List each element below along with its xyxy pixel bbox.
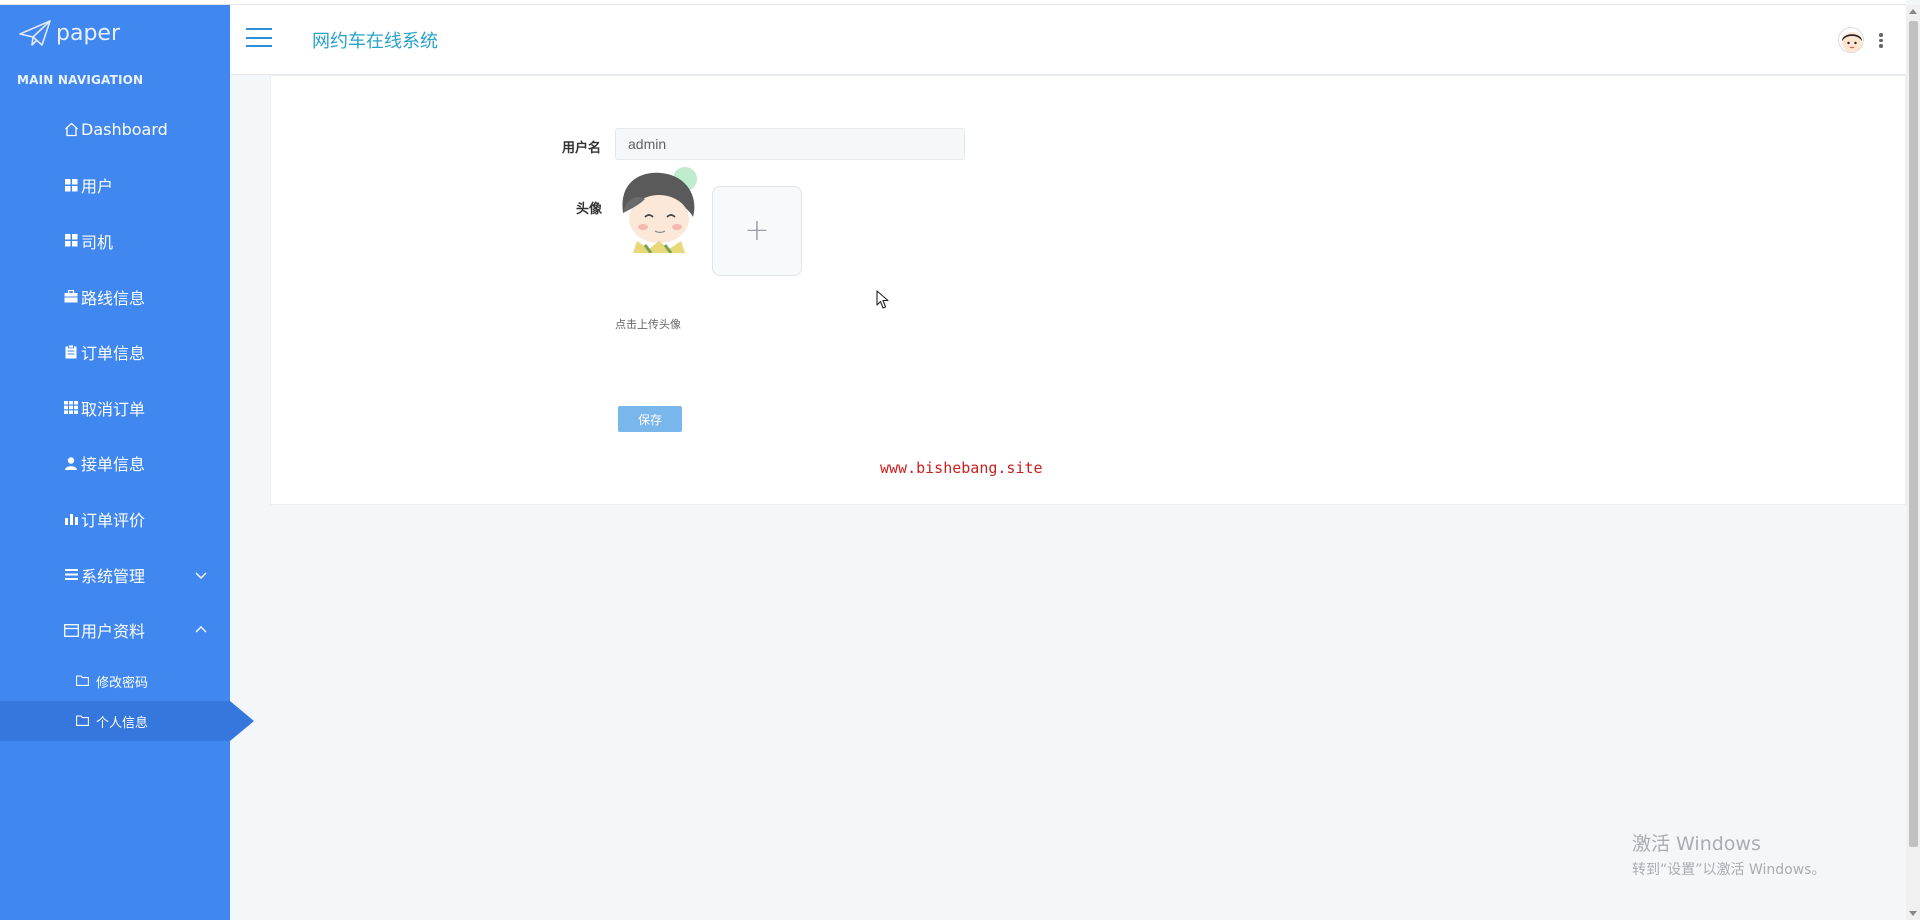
upload-hint: 点击上传头像 <box>615 318 681 331</box>
menu-toggle-icon[interactable] <box>246 28 272 48</box>
home-icon <box>63 122 79 138</box>
sidebar-item-label: Dashboard <box>81 120 168 140</box>
scroll-up-icon[interactable] <box>1909 9 1917 14</box>
folder-icon <box>76 715 90 727</box>
sidebar-item-cancel-orders[interactable]: 取消订单 <box>0 380 230 436</box>
briefcase-icon <box>63 289 79 305</box>
grid-icon <box>63 177 79 193</box>
profile-form-card <box>270 75 1906 505</box>
sidebar-item-orders[interactable]: 订单信息 <box>0 324 230 380</box>
sidebar-item-system-management[interactable]: 系统管理 <box>0 547 230 603</box>
table-icon <box>63 400 79 416</box>
page-scrollbar[interactable] <box>1906 5 1920 920</box>
site-watermark: www.bishebang.site <box>880 459 1043 477</box>
paper-plane-icon <box>19 20 51 46</box>
sidebar-item-accept-orders[interactable]: 接单信息 <box>0 436 230 492</box>
grid-icon <box>63 233 79 249</box>
sidebar-item-dashboard[interactable]: Dashboard <box>0 102 230 158</box>
sidebar-subitem-label: 修改密码 <box>96 675 149 691</box>
sidebar-item-order-reviews[interactable]: 订单评价 <box>0 491 230 547</box>
avatar-label: 头像 <box>576 202 603 217</box>
sidebar-item-label: 用户资料 <box>81 622 146 642</box>
sidebar-item-label: 订单信息 <box>81 344 146 364</box>
avatar[interactable] <box>1838 27 1864 53</box>
brand-name: paper <box>56 20 120 46</box>
avatar-image <box>615 165 703 253</box>
sidebar-item-user-profile[interactable]: 用户资料 <box>0 602 230 658</box>
sidebar-item-label: 订单评价 <box>81 510 146 530</box>
sidebar-item-label: 用户 <box>81 177 114 197</box>
sidebar-item-label: 司机 <box>81 232 114 252</box>
plus-icon: + <box>744 213 770 248</box>
main-navigation: Dashboard 用户 司机 路线信息 订单信息 取消订单 接单信息 订单评价… <box>0 102 230 658</box>
sidebar-subitem-change-password[interactable]: 修改密码 <box>0 661 230 701</box>
mouse-cursor-icon <box>876 290 889 309</box>
brand-logo[interactable]: paper <box>18 18 120 48</box>
sidebar: paper MAIN NAVIGATION Dashboard 用户 司机 路线… <box>0 0 254 920</box>
avatar-upload-button[interactable]: + <box>712 186 802 276</box>
bar-chart-icon <box>63 511 79 527</box>
activation-title: 激活 Windows <box>1632 833 1761 855</box>
save-button[interactable]: 保存 <box>618 406 682 432</box>
chevron-down-icon <box>195 572 207 579</box>
username-input[interactable] <box>615 128 965 160</box>
more-options-icon[interactable] <box>1878 33 1884 49</box>
clipboard-icon <box>63 344 79 360</box>
sidebar-item-label: 取消订单 <box>81 399 146 419</box>
user-icon <box>63 455 79 471</box>
windows-activation-notice: 激活 Windows 转到“设置”以激活 Windows。 <box>1632 829 1825 879</box>
sidebar-subitem-personal-info[interactable]: 个人信息 <box>0 701 254 741</box>
sidebar-item-users[interactable]: 用户 <box>0 158 230 214</box>
page-title: 网约车在线系统 <box>312 31 438 52</box>
scroll-down-icon[interactable] <box>1909 911 1917 916</box>
sidebar-item-label: 系统管理 <box>81 566 146 586</box>
folder-icon <box>76 675 90 687</box>
chevron-up-icon <box>195 626 207 633</box>
sidebar-item-label: 接单信息 <box>81 455 146 475</box>
sidebar-item-drivers[interactable]: 司机 <box>0 213 230 269</box>
sidebar-item-routes[interactable]: 路线信息 <box>0 269 230 325</box>
sidebar-subitem-label: 个人信息 <box>96 715 149 731</box>
nav-header: MAIN NAVIGATION <box>17 73 144 87</box>
top-header: 网约车在线系统 <box>230 5 1906 75</box>
activation-subtitle: 转到“设置”以激活 Windows。 <box>1632 862 1826 878</box>
list-icon <box>63 567 79 583</box>
username-label: 用户名 <box>562 141 602 156</box>
scrollbar-thumb[interactable] <box>1909 21 1918 847</box>
sidebar-item-label: 路线信息 <box>81 288 146 308</box>
card-icon <box>63 622 79 638</box>
